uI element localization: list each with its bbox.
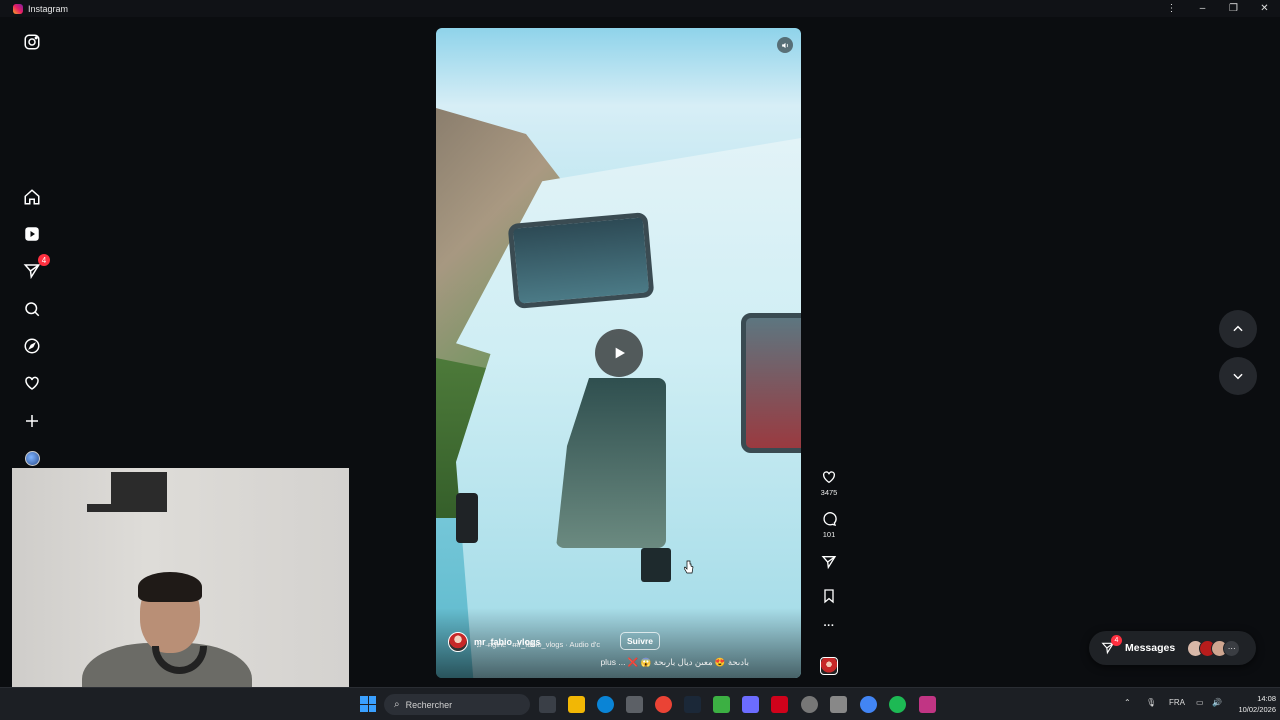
instagram-app-icon bbox=[13, 3, 23, 14]
home-icon[interactable] bbox=[22, 187, 42, 207]
restore-button[interactable]: ❐ bbox=[1218, 0, 1249, 17]
gamepad-icon[interactable] bbox=[742, 696, 759, 713]
chrome-profile-icon[interactable] bbox=[860, 696, 877, 713]
steam-icon[interactable] bbox=[684, 696, 701, 713]
volume-icon[interactable]: 🔊 bbox=[1212, 698, 1222, 707]
messages-pill[interactable]: 4 Messages ··· bbox=[1089, 631, 1256, 665]
reel-caption[interactable]: plus ... ❌ 😱 بادىحة 😍 معىن ديال بارىحة bbox=[600, 657, 749, 668]
reel-audio-info[interactable]: ♫ ngine mr_fabio_vlogs · Audio d'c bbox=[476, 640, 600, 649]
compass-icon[interactable] bbox=[22, 336, 42, 356]
like-count: 3475 bbox=[820, 488, 838, 497]
edge-icon[interactable] bbox=[597, 696, 614, 713]
minimize-button[interactable]: – bbox=[1187, 0, 1218, 17]
van-side-window bbox=[741, 313, 801, 453]
system-clock[interactable]: 14:08 10/02/2026 bbox=[1230, 693, 1276, 715]
chevron-up-icon bbox=[1233, 325, 1243, 332]
send-icon[interactable]: 4 bbox=[22, 254, 50, 281]
heart-icon[interactable] bbox=[821, 469, 837, 485]
messages-badge: 4 bbox=[38, 254, 50, 266]
follow-button[interactable]: Suivre bbox=[620, 632, 660, 650]
music-note-icon: ♫ bbox=[476, 640, 482, 649]
wall-shelf bbox=[87, 472, 167, 512]
window-menu-button[interactable]: ⋮ bbox=[1156, 0, 1187, 17]
red-app-icon[interactable] bbox=[771, 696, 788, 713]
mouse-cursor-icon bbox=[683, 560, 694, 574]
file-explorer-icon[interactable] bbox=[568, 696, 585, 713]
network-icon[interactable]: ▭ bbox=[1196, 698, 1204, 707]
van-window bbox=[507, 212, 655, 309]
green-app-icon[interactable] bbox=[713, 696, 730, 713]
send-icon: 4 bbox=[1101, 635, 1122, 655]
van-door-handle bbox=[641, 548, 671, 582]
van-mirror bbox=[456, 493, 478, 543]
taskbar-search[interactable]: ⌕ Rechercher bbox=[384, 694, 530, 715]
speaker-icon[interactable] bbox=[777, 37, 793, 53]
window-title: Instagram bbox=[28, 3, 69, 14]
person-hair bbox=[138, 572, 202, 602]
share-action[interactable] bbox=[819, 554, 839, 570]
next-reel-button[interactable] bbox=[1219, 357, 1257, 395]
avatar bbox=[24, 450, 40, 466]
language-indicator[interactable]: FRA bbox=[1169, 698, 1185, 707]
save-action[interactable] bbox=[819, 588, 839, 604]
previous-reel-button[interactable] bbox=[1219, 310, 1257, 348]
clock-date: 10/02/2026 bbox=[1238, 705, 1276, 714]
reel-video[interactable]: mr_fabio_vlogs ♫ ngine mr_fabio_vlogs · … bbox=[436, 28, 801, 678]
search-icon: ⌕ bbox=[394, 699, 400, 710]
microphone-icon[interactable]: 🎙 bbox=[1146, 698, 1156, 707]
store-icon[interactable] bbox=[626, 696, 643, 713]
search-icon[interactable] bbox=[22, 299, 42, 319]
tray-chevron-up-icon[interactable]: ⌃ bbox=[1124, 698, 1131, 707]
start-button[interactable] bbox=[360, 696, 376, 712]
like-action[interactable]: 3475 bbox=[819, 469, 839, 497]
windows-taskbar: ⌕ Rechercher ⌃ 🎙 FRA ▭ 🔊 14:08 10/02/202… bbox=[0, 687, 1280, 720]
audio-source: mr_fabio_vlogs · Audio d'c bbox=[512, 640, 601, 649]
spotify-icon[interactable] bbox=[889, 696, 906, 713]
instagram-logo-icon[interactable] bbox=[22, 32, 42, 52]
heart-icon[interactable] bbox=[22, 373, 42, 393]
comment-icon[interactable] bbox=[821, 511, 837, 527]
plus-icon[interactable] bbox=[22, 411, 42, 431]
webcam-overlay bbox=[12, 468, 349, 720]
chevron-down-icon bbox=[1233, 373, 1243, 380]
window-title-bar: Instagram ⋮ – ❐ ✕ bbox=[0, 0, 1280, 17]
send-icon[interactable] bbox=[821, 554, 837, 570]
messages-pill-badge: 4 bbox=[1111, 635, 1122, 646]
instagram-taskbar-icon[interactable] bbox=[919, 696, 936, 713]
search-placeholder: Rechercher bbox=[405, 699, 453, 710]
reels-icon[interactable] bbox=[22, 224, 42, 244]
play-icon[interactable] bbox=[595, 329, 643, 377]
audio-track: ngine bbox=[488, 640, 507, 649]
author-avatar[interactable] bbox=[448, 632, 468, 652]
comment-count: 101 bbox=[822, 530, 836, 539]
audio-thumbnail[interactable] bbox=[820, 657, 838, 675]
messages-label: Messages bbox=[1125, 642, 1176, 654]
comment-action[interactable]: 101 bbox=[819, 511, 839, 539]
task-view-icon[interactable] bbox=[539, 696, 556, 713]
settings-icon[interactable] bbox=[830, 696, 847, 713]
bookmark-icon[interactable] bbox=[821, 588, 837, 604]
profile-avatar[interactable] bbox=[22, 448, 42, 468]
chrome-icon[interactable] bbox=[655, 696, 672, 713]
obs-icon[interactable] bbox=[801, 696, 818, 713]
more-options-button[interactable]: ··· bbox=[819, 620, 839, 632]
more-conversations: ··· bbox=[1223, 639, 1241, 657]
close-button[interactable]: ✕ bbox=[1249, 0, 1280, 17]
clock-time: 14:08 bbox=[1257, 694, 1276, 703]
